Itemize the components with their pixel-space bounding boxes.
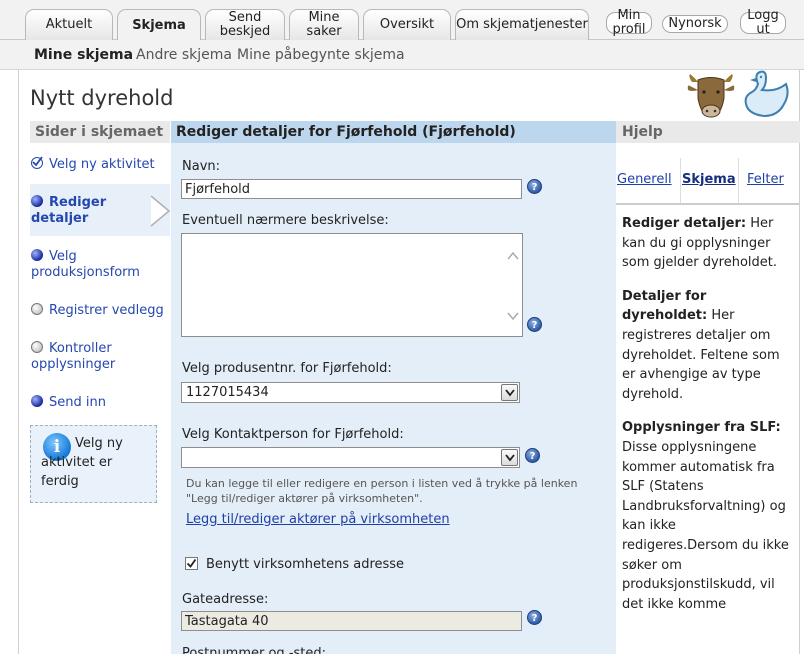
help-icon[interactable]: ?: [527, 317, 542, 332]
beskrivelse-label: Eventuell nærmere beskrivelse:: [182, 213, 389, 228]
sub-navigation: Mine skjema Andre skjema Mine påbegynte …: [0, 40, 804, 70]
navn-input[interactable]: [181, 179, 522, 199]
help-tab-felter[interactable]: Felter: [747, 172, 784, 187]
legg-til-aktorer-link[interactable]: Legg til/rediger aktører på virksomheten: [186, 512, 450, 527]
tab-skjema[interactable]: Skjema: [117, 9, 201, 41]
benytt-adresse-label: Benytt virksomhetens adresse: [206, 557, 405, 572]
chevron-down-icon[interactable]: [501, 449, 518, 466]
help-paragraph: Rediger detaljer: Her kan du gi opplysni…: [622, 216, 778, 271]
tab-aktuelt[interactable]: Aktuelt: [25, 9, 113, 40]
step-label: Kontroller opplysninger: [31, 341, 116, 372]
left-panel-header: Sider i skjemaet: [30, 121, 170, 143]
help-tabs: Generell Skjema Felter: [616, 158, 800, 205]
subnav-andre-skjema[interactable]: Andre skjema: [136, 47, 232, 63]
beskrivelse-value: [182, 234, 522, 240]
produsentnr-select[interactable]: 1127015434: [181, 382, 520, 403]
subnav-mine-skjema[interactable]: Mine skjema: [34, 47, 133, 63]
tab-om-skjematjenester[interactable]: Om skjematjenester: [455, 9, 589, 40]
cow-icon: [687, 74, 735, 118]
tab-send-beskjed[interactable]: Send beskjed: [205, 9, 285, 40]
help-tabs-divider: [616, 203, 800, 205]
step-bullet-icon: [31, 249, 43, 261]
help-icon[interactable]: ?: [525, 448, 540, 463]
produsent-label: Velg produsentnr. for Fjørfehold:: [182, 361, 392, 376]
check-icon: [31, 156, 43, 169]
step-label: Registrer vedlegg: [49, 303, 164, 318]
animal-icons: [686, 70, 792, 128]
form-header: Rediger detaljer for Fjørfehold (Fjørfeh…: [171, 121, 616, 143]
help-paragraph: Opplysninger fra SLF: Disse opplysningen…: [622, 420, 789, 612]
kontaktperson-select[interactable]: [181, 447, 520, 468]
postnummer-label: Postnummer og -sted:: [182, 646, 327, 654]
step-bullet-icon: [31, 395, 43, 407]
beskrivelse-textarea[interactable]: [181, 233, 523, 337]
navn-label: Navn:: [182, 159, 221, 174]
step-velg-ny-aktivitet[interactable]: Velg ny aktivitet: [31, 156, 171, 173]
page-title: Nytt dyrehold: [30, 86, 174, 110]
help-text: Rediger detaljer: Her kan du gi opplysni…: [622, 214, 792, 628]
kontakt-label: Velg Kontaktperson for Fjørfehold:: [182, 427, 404, 442]
subnav-mine-pabegynte-skjema[interactable]: Mine påbegynte skjema: [237, 47, 405, 63]
tab-mine-saker[interactable]: Mine saker: [289, 9, 359, 40]
help-tab-skjema[interactable]: Skjema: [682, 172, 736, 187]
help-icon[interactable]: ?: [527, 179, 542, 194]
gateadresse-input[interactable]: [181, 611, 522, 631]
info-text: Velg ny aktivitet er ferdig: [41, 436, 123, 489]
top-navigation: Aktuelt Skjema Send beskjed Mine saker O…: [0, 0, 804, 41]
nynorsk-button[interactable]: Nynorsk: [662, 15, 728, 33]
produsentnr-value: 1127015434: [186, 385, 269, 400]
step-registrer-vedlegg[interactable]: Registrer vedlegg: [31, 303, 171, 319]
step-bullet-icon: [31, 341, 43, 353]
textarea-scrollbar[interactable]: [505, 235, 521, 335]
gateadresse-label: Gateadresse:: [182, 592, 269, 607]
min-profil-button[interactable]: Min profil: [606, 9, 652, 37]
cow-and-bird-icon: [687, 70, 789, 118]
current-step-arrow-icon: [150, 195, 171, 227]
kontakt-note: Du kan legge til eller redigere en perso…: [186, 477, 578, 505]
help-panel-header: Hjelp: [616, 121, 800, 143]
tab-oversikt[interactable]: Oversikt: [363, 9, 451, 40]
step-label: Velg ny aktivitet: [49, 157, 155, 172]
step-kontroller-opplysninger[interactable]: Kontroller opplysninger: [31, 341, 171, 373]
step-label: Send inn: [49, 395, 106, 410]
info-box: i Velg ny aktivitet er ferdig: [30, 425, 157, 503]
chicken-icon: [744, 70, 789, 118]
help-tab-generell[interactable]: Generell: [617, 172, 672, 187]
step-velg-produksjonsform[interactable]: Velg produksjonsform: [31, 249, 171, 281]
benytt-adresse-checkbox[interactable]: [185, 557, 198, 570]
help-paragraph: Detaljer for dyreholdet: Her registreres…: [622, 288, 780, 402]
step-label: Velg produksjonsform: [31, 249, 140, 280]
step-bullet-icon: [31, 303, 43, 315]
chevron-down-icon[interactable]: [501, 384, 518, 401]
step-bullet-icon: [31, 195, 43, 207]
step-send-inn[interactable]: Send inn: [31, 395, 171, 411]
help-icon[interactable]: ?: [527, 610, 542, 625]
step-rediger-detaljer[interactable]: Rediger detaljer: [31, 195, 121, 227]
logg-ut-button[interactable]: Logg ut: [740, 9, 786, 37]
